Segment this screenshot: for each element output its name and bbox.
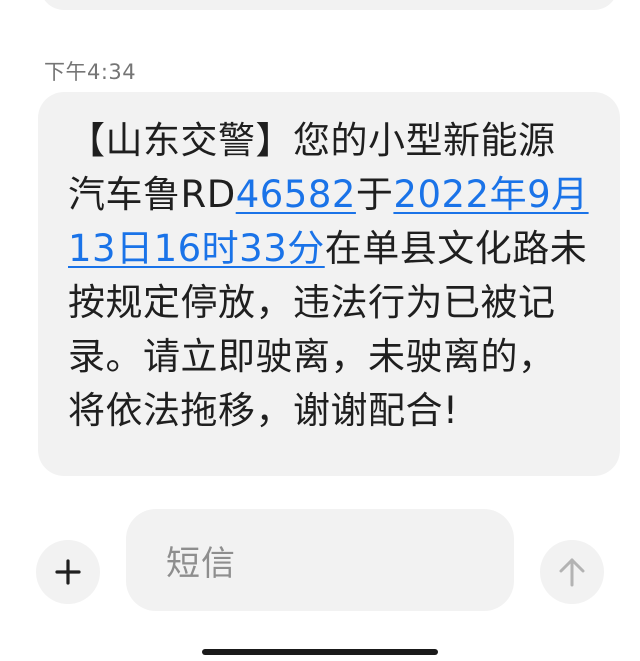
message-text: 【山东交警】您的小型新能源汽车鲁RD46582于2022年9月13日16时33分… [68, 114, 590, 438]
message-bubble[interactable]: 【山东交警】您的小型新能源汽车鲁RD46582于2022年9月13日16时33分… [38, 92, 620, 476]
plus-icon [55, 559, 81, 585]
add-attachment-button[interactable] [36, 540, 100, 604]
message-input-placeholder: 短信 [166, 543, 236, 584]
sms-conversation-screen: 下午4:34 【山东交警】您的小型新能源汽车鲁RD46582于2022年9月13… [0, 0, 640, 661]
previous-message-bubble[interactable] [40, 0, 618, 10]
plate-number-link[interactable]: 46582 [236, 173, 356, 216]
send-button[interactable] [540, 540, 604, 604]
message-sender-tag: 【山东交警】 [68, 119, 293, 162]
arrow-up-icon [559, 558, 585, 587]
home-indicator-bar[interactable] [202, 649, 438, 655]
message-timestamp: 下午4:34 [44, 60, 137, 84]
message-input-field[interactable]: 短信 [126, 509, 514, 611]
message-text-part-2: 于 [355, 173, 394, 216]
